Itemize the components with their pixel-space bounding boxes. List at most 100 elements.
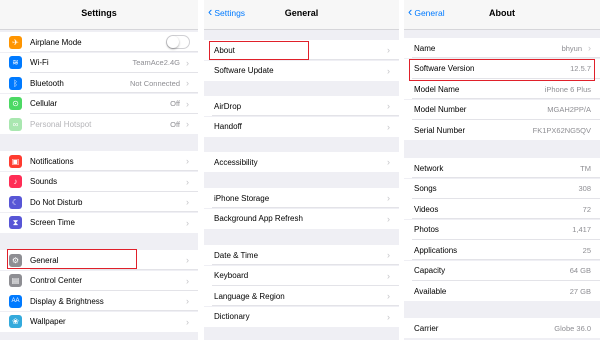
settings-navbar: Settings xyxy=(0,0,198,30)
chevron-right-icon: › xyxy=(387,193,390,203)
general-item-dictionary[interactable]: Dictionary › xyxy=(204,306,399,327)
hourglass-icon: ⧗ xyxy=(9,216,22,229)
chevron-right-icon: › xyxy=(186,255,189,265)
settings-item-general-label: General xyxy=(30,255,59,265)
settings-item-do-not-disturb-label: Do Not Disturb xyxy=(30,197,83,207)
chevron-right-icon: › xyxy=(186,217,189,228)
general-item-handoff[interactable]: Handoff › xyxy=(204,116,399,137)
about-item-name-label: Name xyxy=(414,43,436,53)
about-item-name[interactable]: Name bhyun › xyxy=(404,38,600,58)
settings-item-control-center[interactable]: ▤ Control Center › xyxy=(0,270,198,291)
settings-item-airplane-mode[interactable]: ✈ Airplane Mode xyxy=(0,32,198,52)
chevron-right-icon: › xyxy=(186,156,189,166)
settings-item-sounds-label: Sounds xyxy=(30,177,58,186)
about-item-model-number: Model Number MGAH2PP/A xyxy=(404,99,600,120)
settings-item-sounds[interactable]: ♪ Sounds › xyxy=(0,171,198,192)
about-item-photos-label: Photos xyxy=(414,225,439,234)
about-item-photos-value: 1,417 xyxy=(572,225,591,234)
about-item-applications-value: 25 xyxy=(582,245,591,255)
chevron-right-icon: › xyxy=(186,176,189,187)
about-item-available-label: Available xyxy=(414,286,447,296)
about-item-capacity-label: Capacity xyxy=(414,266,446,275)
about-item-applications: Applications 25 xyxy=(404,240,600,260)
general-item-date-and-time[interactable]: Date & Time › xyxy=(204,245,399,265)
about-item-network-label: Network xyxy=(414,163,444,173)
about-item-applications-label: Applications xyxy=(414,245,458,255)
about-item-videos: Videos 72 xyxy=(404,199,600,219)
general-item-keyboard[interactable]: Keyboard › xyxy=(204,265,399,286)
display-icon: AA xyxy=(9,294,22,308)
settings-item-wi-fi-value: TeamAce2.4G xyxy=(132,58,180,67)
general-item-background-app-refresh[interactable]: Background App Refresh › xyxy=(204,208,399,229)
general-item-software-update[interactable]: Software Update › xyxy=(204,60,399,81)
about-item-songs-label: Songs xyxy=(414,184,437,193)
chevron-right-icon: › xyxy=(186,296,189,306)
general-panel: ‹ Settings General About › Software Update… xyxy=(204,0,399,340)
general-navbar: ‹ Settings General xyxy=(204,0,399,30)
chevron-right-icon: › xyxy=(186,98,189,109)
about-item-songs: Songs 308 xyxy=(404,178,600,199)
settings-item-wallpaper[interactable]: ❀ Wallpaper › xyxy=(0,311,198,332)
about-item-videos-value: 72 xyxy=(582,204,591,214)
about-item-capacity-value: 64 GB xyxy=(569,266,591,275)
chevron-right-icon: › xyxy=(387,311,390,322)
hotspot-icon: ∞ xyxy=(9,117,22,131)
chevron-right-icon: › xyxy=(588,43,591,53)
chevron-right-icon: › xyxy=(387,45,390,55)
about-item-songs-value: 308 xyxy=(578,184,591,193)
gear-icon: ⚙ xyxy=(9,253,22,267)
settings-item-general[interactable]: ⚙ General › xyxy=(0,250,198,270)
settings-item-notifications-label: Notifications xyxy=(30,156,74,166)
chevron-right-icon: › xyxy=(387,270,390,281)
general-item-background-app-refresh-label: Background App Refresh xyxy=(214,214,303,223)
about-item-model-number-label: Model Number xyxy=(414,105,467,114)
settings-item-bluetooth-value: Not Connected xyxy=(129,78,180,88)
settings-item-cellular[interactable]: ⊙ Cellular Off › xyxy=(0,93,198,114)
chevron-right-icon: › xyxy=(387,250,390,260)
about-item-name-value: bhyun xyxy=(561,43,582,53)
settings-item-wi-fi[interactable]: ≋ Wi-Fi TeamAce2.4G › xyxy=(0,52,198,73)
chevron-right-icon: › xyxy=(186,197,189,207)
general-item-keyboard-label: Keyboard xyxy=(214,271,249,280)
general-item-iphone-storage[interactable]: iPhone Storage › xyxy=(204,188,399,208)
about-item-serial-number: Serial Number FK1PX62NG5QV xyxy=(404,120,600,140)
about-item-software-version: Software Version 12.5.7 xyxy=(404,58,600,79)
chevron-right-icon: › xyxy=(186,57,189,68)
settings-item-screen-time-label: Screen Time xyxy=(30,218,75,227)
general-item-accessibility[interactable]: Accessibility › xyxy=(204,152,399,172)
general-item-language-and-region[interactable]: Language & Region › xyxy=(204,286,399,306)
general-item-iphone-storage-label: iPhone Storage xyxy=(214,193,270,203)
general-item-airdrop[interactable]: AirDrop › xyxy=(204,96,399,116)
chevron-right-icon: › xyxy=(387,157,390,167)
about-item-videos-label: Videos xyxy=(414,204,439,214)
settings-item-airplane-mode-toggle[interactable] xyxy=(166,35,190,49)
settings-item-personal-hotspot-label: Personal Hotspot xyxy=(30,119,92,129)
sounds-icon: ♪ xyxy=(9,175,22,188)
settings-item-personal-hotspot[interactable]: ∞ Personal Hotspot Off › xyxy=(0,114,198,134)
settings-item-personal-hotspot-value: Off xyxy=(170,119,180,129)
page-title: About xyxy=(489,8,515,18)
about-item-serial-number-value: FK1PX62NG5QV xyxy=(532,125,591,135)
about-item-model-name-label: Model Name xyxy=(414,84,460,94)
cellular-icon: ⊙ xyxy=(9,97,22,110)
wallpaper-icon: ❀ xyxy=(9,315,22,328)
settings-item-bluetooth[interactable]: ᛒ Bluetooth Not Connected › xyxy=(0,73,198,93)
about-item-carrier-value: Globe 36.0 xyxy=(554,323,591,333)
about-item-model-number-value: MGAH2PP/A xyxy=(547,105,591,114)
settings-item-wallpaper-label: Wallpaper xyxy=(30,317,66,326)
wifi-icon: ≋ xyxy=(9,56,22,69)
control-center-icon: ▤ xyxy=(9,274,22,287)
settings-item-do-not-disturb[interactable]: ☾ Do Not Disturb › xyxy=(0,192,198,212)
settings-item-screen-time[interactable]: ⧗ Screen Time › xyxy=(0,212,198,233)
about-panel: ‹ General About Name bhyun › Software Versi… xyxy=(404,0,600,340)
chevron-right-icon: › xyxy=(186,275,189,286)
settings-item-notifications[interactable]: ▣ Notifications › xyxy=(0,151,198,171)
settings-item-display-and-brightness[interactable]: AA Display & Brightness › xyxy=(0,291,198,311)
general-item-airdrop-label: AirDrop xyxy=(214,101,242,111)
about-item-available-value: 27 GB xyxy=(569,286,591,296)
about-item-model-name: Model Name iPhone 6 Plus xyxy=(404,79,600,99)
chevron-right-icon: › xyxy=(387,65,390,76)
general-item-about[interactable]: About › xyxy=(204,40,399,60)
airplane-icon: ✈ xyxy=(9,35,22,49)
about-item-network: Network TM xyxy=(404,158,600,178)
